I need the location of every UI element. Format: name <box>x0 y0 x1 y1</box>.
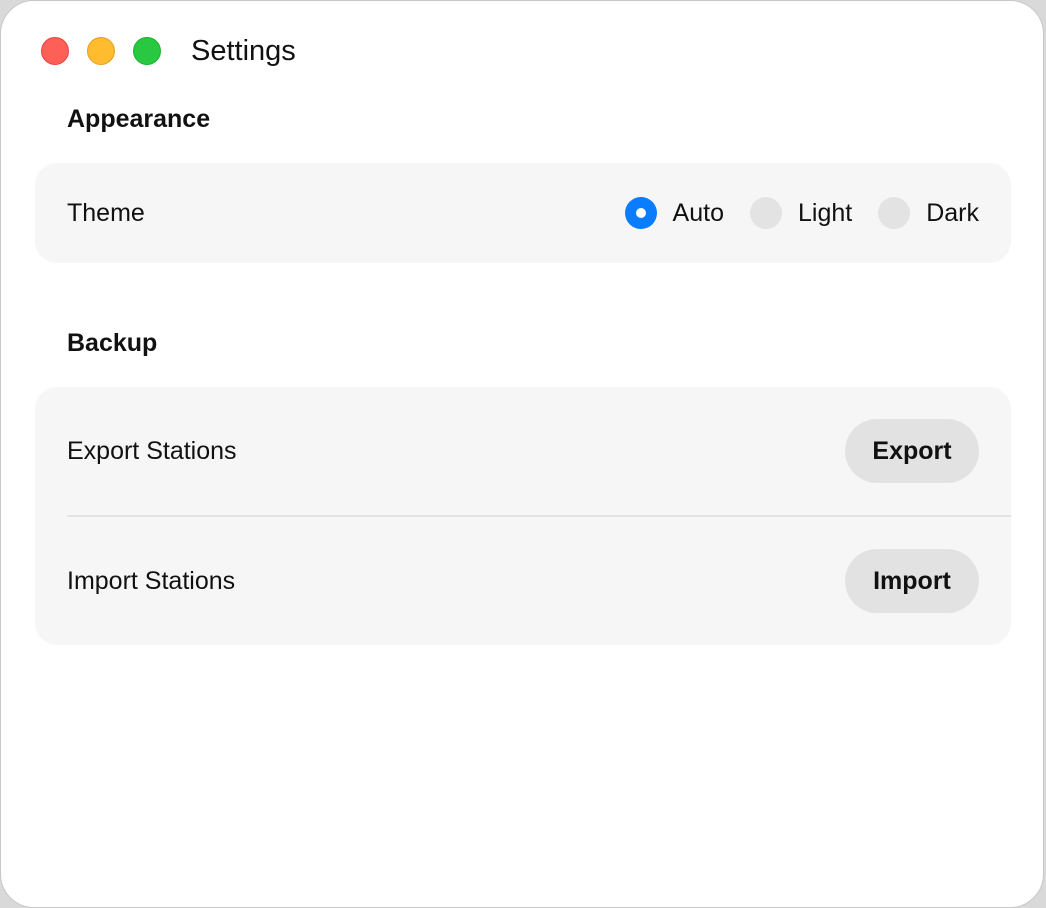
import-button[interactable]: Import <box>845 549 979 613</box>
backup-card: Export Stations Export Import Stations I… <box>35 387 1011 645</box>
theme-option-dark[interactable]: Dark <box>878 197 979 229</box>
theme-label: Theme <box>67 198 145 227</box>
theme-row: Theme Auto Light Dark <box>35 163 1011 263</box>
import-row: Import Stations Import <box>35 517 1011 645</box>
radio-unchecked-icon[interactable] <box>878 197 911 229</box>
backup-section-title: Backup <box>67 329 158 357</box>
theme-option-label: Dark <box>926 198 979 227</box>
zoom-window-button[interactable] <box>133 37 161 65</box>
minimize-window-button[interactable] <box>87 37 115 65</box>
radio-checked-icon[interactable] <box>624 197 657 229</box>
theme-option-label: Light <box>797 198 853 227</box>
import-label: Import Stations <box>67 566 236 595</box>
export-label: Export Stations <box>67 436 237 465</box>
theme-radio-group: Auto Light Dark <box>599 197 979 229</box>
export-row: Export Stations Export <box>35 387 1011 515</box>
settings-window: Settings Appearance Theme Auto Light Dar… <box>0 0 1044 908</box>
radio-unchecked-icon[interactable] <box>749 197 782 229</box>
window-title: Settings <box>191 35 296 67</box>
export-button[interactable]: Export <box>845 419 979 483</box>
title-bar: Settings <box>1 1 1043 101</box>
theme-option-light[interactable]: Light <box>749 197 853 229</box>
appearance-section-title: Appearance <box>67 105 211 133</box>
theme-option-auto[interactable]: Auto <box>624 197 724 229</box>
appearance-card: Theme Auto Light Dark <box>35 163 1011 263</box>
close-window-button[interactable] <box>41 37 69 65</box>
theme-option-label: Auto <box>672 198 724 227</box>
